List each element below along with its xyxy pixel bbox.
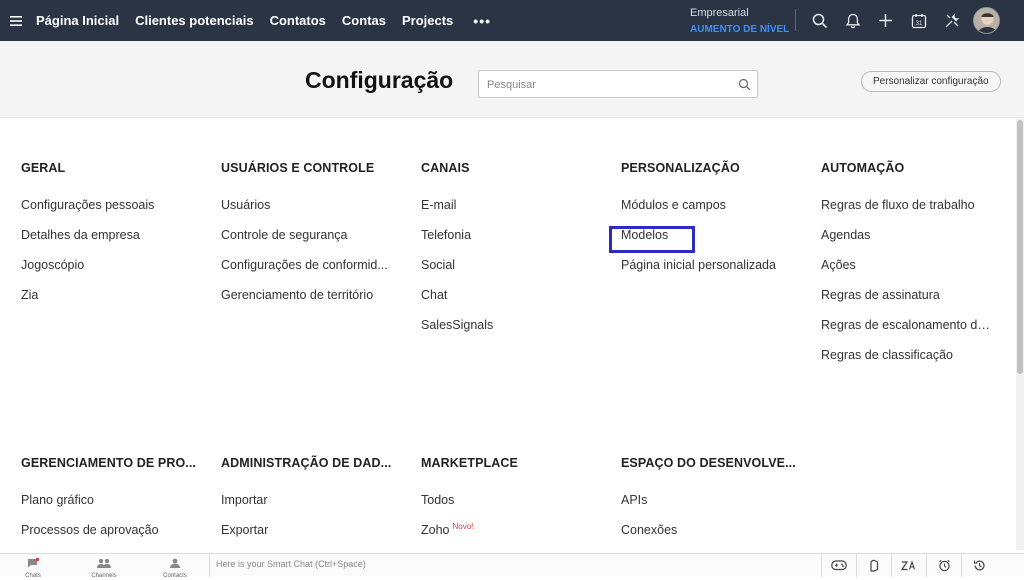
- section-general: GERAL Configurações pessoais Detalhes da…: [21, 160, 206, 318]
- link-personal-settings[interactable]: Configurações pessoais: [21, 198, 191, 228]
- bottom-bar-divider: [209, 554, 210, 577]
- link-security-control[interactable]: Controle de segurança: [221, 228, 391, 258]
- contacts-label: Contacts: [163, 573, 187, 579]
- link-connections[interactable]: Conexões: [621, 523, 791, 553]
- settings-header: Configuração Personalizar configuração: [0, 41, 1024, 118]
- channels-label: Channels: [91, 573, 117, 579]
- bottom-bar: Chats Channels Contacts Here is your Sma…: [0, 553, 1024, 579]
- nav-projects[interactable]: Projects: [402, 13, 453, 28]
- section-process-management: GERENCIAMENTO DE PRO... Plano gráfico Pr…: [21, 455, 206, 553]
- section-data-administration: ADMINISTRAÇÃO DE DAD... Importar Exporta…: [221, 455, 406, 553]
- nav-contacts[interactable]: Contatos: [270, 13, 326, 28]
- tools-icon[interactable]: [935, 0, 968, 41]
- link-escalation-rules[interactable]: Regras de escalonamento de...: [821, 318, 991, 348]
- link-workflow-rules[interactable]: Regras de fluxo de trabalho: [821, 198, 991, 228]
- chat-icon: [28, 557, 40, 568]
- link-apis[interactable]: APIs: [621, 493, 791, 523]
- page-scrollbar[interactable]: [1016, 118, 1024, 550]
- link-actions[interactable]: Ações: [821, 258, 991, 288]
- channels-icon: [97, 558, 111, 568]
- calendar-day-label: 31: [915, 21, 922, 27]
- link-import[interactable]: Importar: [221, 493, 391, 523]
- section-title: GERAL: [21, 161, 66, 175]
- chats-label: Chats: [25, 573, 41, 579]
- link-schedules[interactable]: Agendas: [821, 228, 991, 258]
- link-blueprint[interactable]: Plano gráfico: [21, 493, 191, 523]
- contacts-button[interactable]: Contacts: [155, 555, 195, 579]
- bell-icon[interactable]: [836, 0, 869, 41]
- link-scoring-rules[interactable]: Regras de classificação: [821, 348, 991, 378]
- chats-button[interactable]: Chats: [13, 555, 53, 579]
- plan-name: Empresarial: [690, 7, 749, 19]
- search-icon[interactable]: [803, 0, 836, 41]
- upgrade-link[interactable]: AUMENTO DE NÍVEL: [690, 22, 790, 38]
- search-input[interactable]: [487, 76, 727, 94]
- page-title: Configuração: [305, 67, 454, 93]
- link-social[interactable]: Social: [421, 258, 591, 288]
- section-title: ADMINISTRAÇÃO DE DAD...: [221, 456, 392, 470]
- customize-settings-button[interactable]: Personalizar configuração: [861, 71, 1001, 92]
- top-navbar: Página Inicial Clientes potenciais Conta…: [0, 0, 1024, 41]
- zoho-label: Zoho: [421, 523, 450, 537]
- history-icon[interactable]: [961, 554, 996, 577]
- section-developer-space: ESPAÇO DO DESENVOLVE... APIs Conexões: [621, 455, 806, 553]
- link-approval-processes[interactable]: Processos de aprovação: [21, 523, 191, 553]
- hamburger-menu-icon[interactable]: [2, 0, 30, 41]
- nav-accounts[interactable]: Contas: [342, 13, 386, 28]
- link-gamescope[interactable]: Jogoscópio: [21, 258, 191, 288]
- more-tabs-icon[interactable]: •••: [473, 13, 491, 29]
- section-title: AUTOMAÇÃO: [821, 161, 905, 175]
- link-salessignals[interactable]: SalesSignals: [421, 318, 591, 348]
- smart-chat-input[interactable]: Here is your Smart Chat (Ctrl+Space): [216, 559, 366, 569]
- contact-icon: [170, 558, 180, 568]
- section-automation: AUTOMAÇÃO Regras de fluxo de trabalho Ag…: [821, 160, 1006, 378]
- channels-button[interactable]: Channels: [84, 555, 124, 579]
- alarm-icon[interactable]: [926, 554, 961, 577]
- translate-icon[interactable]: [891, 554, 926, 577]
- link-all[interactable]: Todos: [421, 493, 591, 523]
- link-export[interactable]: Exportar: [221, 523, 391, 553]
- section-channels: CANAIS E-mail Telefonia Social Chat Sale…: [421, 160, 606, 348]
- section-users-control: USUÁRIOS E CONTROLE Usuários Controle de…: [221, 160, 406, 318]
- section-title: USUÁRIOS E CONTROLE: [221, 161, 375, 175]
- leaf-icon[interactable]: [856, 554, 891, 577]
- section-title: ESPAÇO DO DESENVOLVE...: [621, 456, 796, 470]
- plan-info: Empresarial AUMENTO DE NÍVEL: [690, 6, 790, 38]
- templates-highlight-box: [609, 226, 695, 253]
- search-icon[interactable]: [738, 78, 751, 91]
- gamepad-icon[interactable]: [821, 554, 856, 577]
- link-custom-home-page[interactable]: Página inicial personalizada: [621, 258, 791, 288]
- link-compliance-settings[interactable]: Configurações de conformid...: [221, 258, 396, 288]
- link-users[interactable]: Usuários: [221, 198, 391, 228]
- link-zia[interactable]: Zia: [21, 288, 191, 318]
- nav-divider: [795, 9, 796, 31]
- user-avatar[interactable]: [973, 7, 1000, 34]
- link-modules-fields[interactable]: Módulos e campos: [621, 198, 791, 228]
- section-title: PERSONALIZAÇÃO: [621, 161, 740, 175]
- settings-search[interactable]: [478, 70, 758, 98]
- section-title: CANAIS: [421, 161, 470, 175]
- link-assignment-rules[interactable]: Regras de assinatura: [821, 288, 991, 318]
- nav-home[interactable]: Página Inicial: [36, 13, 119, 28]
- section-customization: PERSONALIZAÇÃO Módulos e campos Modelos …: [621, 160, 806, 288]
- nav-leads[interactable]: Clientes potenciais: [135, 13, 253, 28]
- section-title: MARKETPLACE: [421, 456, 518, 470]
- section-marketplace: MARKETPLACE Todos Zoho Novo!: [421, 455, 606, 553]
- link-chat[interactable]: Chat: [421, 288, 591, 318]
- link-territory-management[interactable]: Gerenciamento de território: [221, 288, 391, 318]
- new-badge: Novo!: [452, 523, 474, 531]
- link-email[interactable]: E-mail: [421, 198, 591, 228]
- link-zoho-marketplace[interactable]: Zoho Novo!: [421, 523, 591, 553]
- scrollbar-thumb[interactable]: [1017, 120, 1023, 374]
- section-title: GERENCIAMENTO DE PRO...: [21, 456, 197, 470]
- link-company-details[interactable]: Detalhes da empresa: [21, 228, 191, 258]
- plus-icon[interactable]: [869, 0, 902, 41]
- link-telephony[interactable]: Telefonia: [421, 228, 591, 258]
- calendar-icon[interactable]: 31: [902, 0, 935, 41]
